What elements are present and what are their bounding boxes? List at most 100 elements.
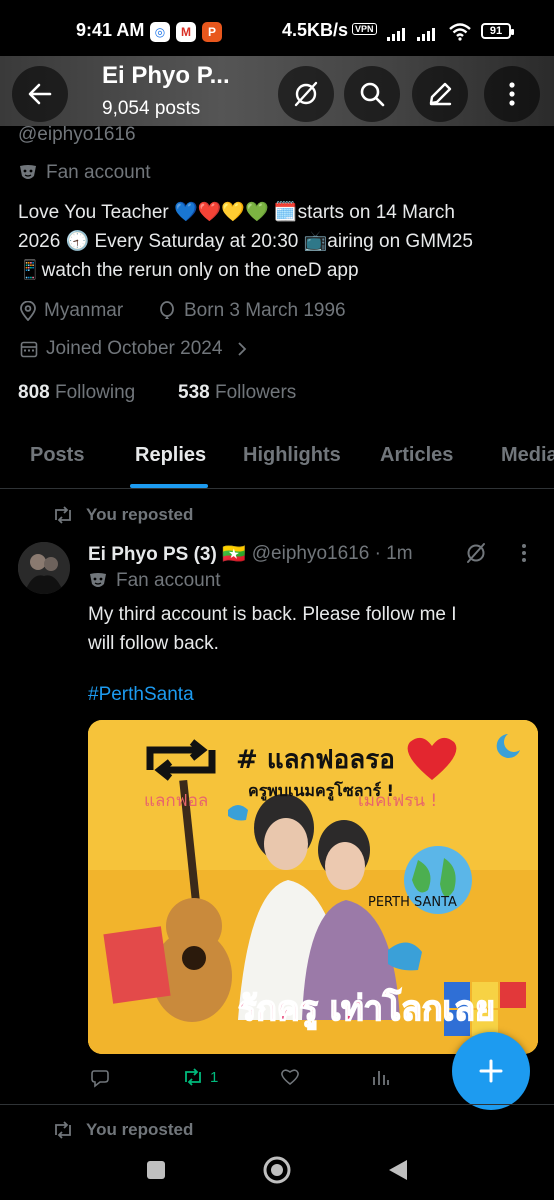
following-count[interactable]: 808 Following	[18, 382, 135, 404]
repost-icon	[185, 1068, 201, 1086]
bio-line: 📱watch the rerun only on the oneD app	[18, 260, 359, 281]
reply-icon	[91, 1070, 109, 1088]
tab-highlights[interactable]: Highlights	[243, 444, 341, 467]
repost-label: You reposted	[86, 1120, 194, 1139]
triangle-back-icon	[389, 1160, 407, 1180]
compose-button[interactable]	[452, 1032, 530, 1110]
edit-button[interactable]	[412, 66, 468, 122]
following-label: Following	[54, 382, 136, 403]
vpn-icon: VPN	[352, 23, 377, 35]
square-icon	[147, 1161, 165, 1179]
profile-joined[interactable]: Joined October 2024	[20, 338, 248, 360]
recent-apps-button[interactable]	[136, 1150, 176, 1190]
post-more-button[interactable]	[520, 543, 528, 568]
location-label: Myanmar	[44, 300, 124, 321]
bio-line: Love You Teacher 💙❤️💛💚 🗓️starts on 14 Ma…	[18, 202, 455, 223]
media-tag: PERTH SANTA	[368, 895, 457, 910]
post-count: 9,054 posts	[102, 98, 201, 119]
profile-birthday: Born 3 March 1996	[158, 300, 346, 322]
grok-icon	[467, 543, 485, 563]
post-divider	[0, 1104, 554, 1105]
battery-icon: 91	[481, 23, 514, 39]
search-button[interactable]	[344, 66, 400, 122]
plus-icon	[479, 1059, 503, 1083]
like-button[interactable]	[280, 1068, 300, 1086]
header-banner	[0, 56, 554, 126]
author-category: Fan account	[88, 570, 221, 592]
author-category-label: Fan account	[116, 570, 221, 591]
repost-indicator: You reposted	[52, 1120, 193, 1140]
grok-icon	[294, 81, 318, 107]
tab-media[interactable]: Media	[501, 444, 554, 467]
views-button[interactable]	[372, 1068, 390, 1086]
balloon-icon	[160, 301, 174, 319]
author-name: Ei Phyo PS (3) 🇲🇲	[88, 544, 246, 565]
media-left-text: แลกฟอล	[144, 791, 208, 811]
repost-label: You reposted	[86, 505, 194, 524]
status-time: 9:41 AM	[76, 20, 145, 40]
following-number: 808	[18, 382, 50, 403]
tab-articles[interactable]: Articles	[380, 444, 453, 467]
signal-icon	[417, 25, 435, 41]
post-text: My third account is back. Please follow …	[88, 600, 518, 658]
grok-button[interactable]	[278, 66, 334, 122]
bio-line: 2026 🕣 Every Saturday at 20:30 📺airing o…	[18, 231, 473, 252]
post-text-line: will follow back.	[88, 633, 219, 654]
post-author[interactable]: Ei Phyo PS (3) 🇲🇲 @eiphyo1616 · 1m	[88, 542, 413, 566]
app-notification-icon: P	[202, 22, 222, 42]
home-button[interactable]	[257, 1150, 297, 1190]
media-title: # แลกฟอลรอ	[236, 745, 395, 775]
profile-bio: Love You Teacher 💙❤️💛💚 🗓️starts on 14 Ma…	[18, 198, 533, 285]
more-vertical-icon	[522, 544, 526, 562]
tabs-divider	[0, 488, 554, 489]
views-chart-icon	[373, 1071, 389, 1085]
more-vertical-icon	[509, 82, 515, 106]
followers-number: 538	[178, 382, 210, 403]
repost-icon	[55, 1121, 71, 1139]
location-pin-icon	[20, 301, 36, 321]
heart-icon	[281, 1069, 299, 1086]
reply-button[interactable]	[90, 1068, 110, 1088]
header-title: Ei Phyo P...	[102, 62, 230, 89]
theater-masks-icon	[20, 165, 36, 179]
media-right-text: เมคเฟรน !	[358, 791, 437, 811]
profile-handle: @eiphyo1616	[18, 124, 136, 145]
repost-count: 1	[210, 1068, 219, 1086]
avatar-image	[18, 542, 70, 594]
repost-indicator: You reposted	[52, 505, 193, 525]
more-options-button[interactable]	[484, 66, 540, 122]
joined-label: Joined October 2024	[46, 338, 223, 359]
post-text-line: My third account is back. Please follow …	[88, 604, 457, 625]
chevron-right-icon	[238, 342, 247, 356]
post-media-image[interactable]: # แลกฟอลรอ ครูพบเนมครูโซลาร์ ! แลกฟอล เม…	[88, 720, 538, 1054]
media-illustration: # แลกฟอลรอ ครูพบเนมครูโซลาร์ ! แลกฟอล เม…	[88, 720, 538, 1054]
profile-location: Myanmar	[20, 300, 123, 322]
profile-category: Fan account	[18, 162, 151, 184]
mail-notification-icon: M	[176, 22, 196, 42]
search-icon	[360, 82, 385, 107]
repost-button[interactable]: 1	[182, 1068, 218, 1086]
author-handle: @eiphyo1616 · 1m	[251, 543, 413, 564]
repost-icon	[55, 506, 71, 524]
hashtag-link[interactable]: #PerthSanta	[88, 684, 194, 706]
calendar-icon	[20, 341, 38, 358]
network-speed: 4.5KB/s	[282, 20, 349, 40]
back-nav-button[interactable]	[378, 1150, 418, 1190]
wifi-icon	[449, 23, 471, 41]
grok-post-button[interactable]	[464, 541, 488, 570]
followers-count[interactable]: 538 Followers	[178, 382, 296, 404]
avatar[interactable]	[18, 542, 70, 594]
pencil-icon	[429, 82, 452, 106]
circle-icon	[263, 1156, 291, 1184]
tab-replies[interactable]: Replies	[135, 444, 206, 467]
tab-posts[interactable]: Posts	[30, 444, 84, 467]
app-notification-icon: ◎	[150, 22, 170, 42]
signal-icon	[387, 25, 405, 41]
followers-label: Followers	[214, 382, 297, 403]
media-bottom-text: รักครู เท่าโลกเลย	[238, 988, 495, 1030]
category-label: Fan account	[46, 162, 151, 183]
theater-masks-icon	[90, 573, 106, 587]
back-button[interactable]	[12, 66, 68, 122]
arrow-left-icon	[28, 83, 52, 105]
birthday-label: Born 3 March 1996	[184, 300, 346, 321]
